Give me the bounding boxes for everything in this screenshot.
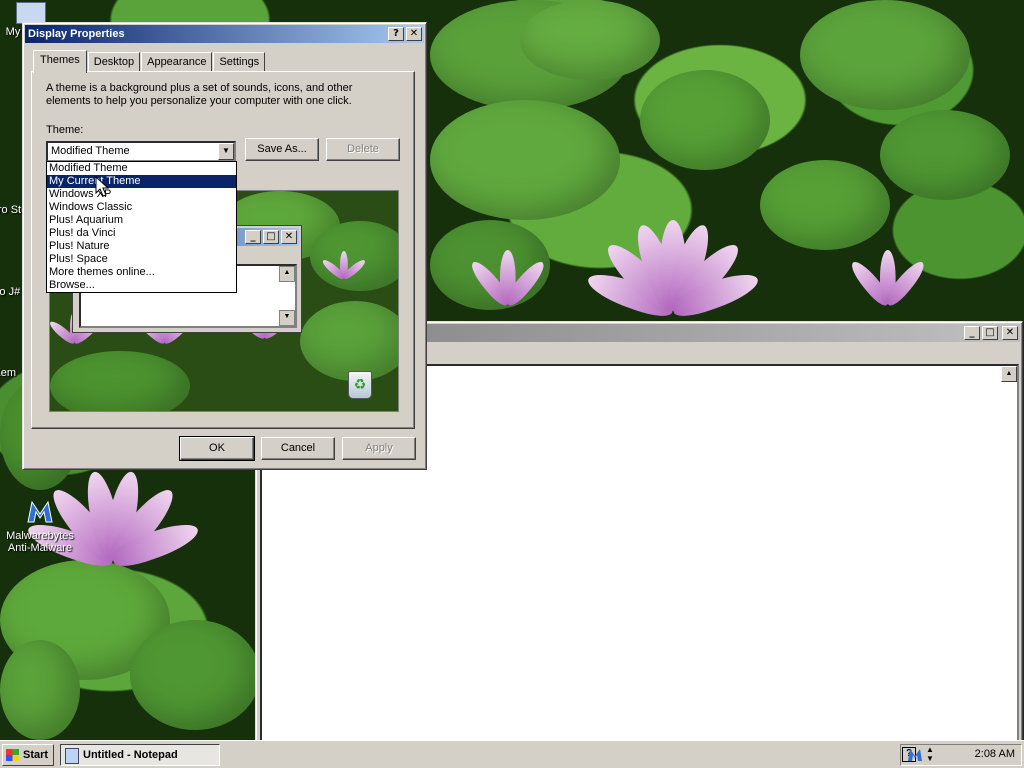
apply-button[interactable]: Apply — [342, 437, 416, 460]
minimize-button[interactable]: _ — [964, 326, 980, 340]
malwarebytes-tray-icon[interactable] — [907, 747, 923, 763]
dropdown-option[interactable]: Plus! da Vinci — [47, 227, 236, 240]
preview-minimize-icon: _ — [245, 230, 261, 244]
dropdown-option[interactable]: Browse... — [47, 279, 236, 292]
mouse-cursor-icon — [95, 176, 109, 197]
dialog-titlebar[interactable]: Display Properties ? ✕ — [25, 25, 424, 43]
windows-logo-icon — [6, 749, 19, 761]
save-as-button[interactable]: Save As... — [245, 138, 319, 161]
cancel-button[interactable]: Cancel — [261, 437, 335, 460]
dropdown-option[interactable]: My Current Theme — [47, 175, 236, 188]
dropdown-option[interactable]: Windows Classic — [47, 201, 236, 214]
taskbar: Start Untitled - Notepad ? ▲ ▼ 2:08 AM — [0, 740, 1024, 768]
ok-button[interactable]: OK — [179, 436, 255, 461]
dropdown-option[interactable]: Plus! Aquarium — [47, 214, 236, 227]
close-button[interactable]: ✕ — [1002, 326, 1018, 340]
dropdown-option[interactable]: Windows XP — [47, 188, 236, 201]
taskbar-notepad-button[interactable]: Untitled - Notepad — [60, 744, 220, 766]
clock[interactable]: 2:08 AM — [975, 748, 1015, 760]
malwarebytes-icon — [24, 496, 56, 528]
chevron-down-icon[interactable]: ▼ — [218, 143, 234, 160]
tab-strip: Themes Desktop Appearance Settings — [33, 50, 266, 73]
dropdown-option[interactable]: More themes online... — [47, 266, 236, 279]
dropdown-option[interactable]: Modified Theme — [47, 162, 236, 175]
preview-close-icon: ✕ — [281, 230, 297, 244]
theme-label: Theme: — [46, 124, 84, 136]
preview-maximize-icon: □ — [263, 230, 279, 244]
delete-button[interactable]: Delete — [326, 138, 400, 161]
notepad-scrollbar[interactable]: ▲ — [1001, 366, 1017, 382]
theme-combobox[interactable]: Modified Theme ▼ — [46, 141, 236, 162]
help-button[interactable]: ? — [388, 27, 404, 41]
dialog-title: Display Properties — [28, 28, 125, 40]
tab-appearance[interactable]: Appearance — [141, 52, 213, 72]
recycle-bin-icon: ♻ — [348, 371, 372, 399]
desktop-icon-malwarebytes[interactable]: Malwarebytes Anti-Malware — [0, 496, 82, 554]
tab-themes[interactable]: Themes — [33, 50, 87, 73]
computer-icon — [16, 2, 46, 24]
tab-desktop[interactable]: Desktop — [87, 52, 141, 72]
system-tray: 2:08 AM — [900, 744, 1022, 766]
theme-combobox-value: Modified Theme — [51, 145, 130, 157]
theme-description: A theme is a background plus a set of so… — [46, 82, 353, 107]
start-button[interactable]: Start — [2, 744, 54, 766]
notepad-icon — [65, 748, 79, 764]
dropdown-option[interactable]: Plus! Space — [47, 253, 236, 266]
maximize-button[interactable]: □ — [982, 326, 998, 340]
theme-dropdown-list[interactable]: Modified Theme My Current Theme Windows XP… — [46, 161, 237, 293]
tab-settings[interactable]: Settings — [213, 52, 266, 72]
close-button[interactable]: ✕ — [406, 27, 422, 41]
dropdown-option[interactable]: Plus! Nature — [47, 240, 236, 253]
